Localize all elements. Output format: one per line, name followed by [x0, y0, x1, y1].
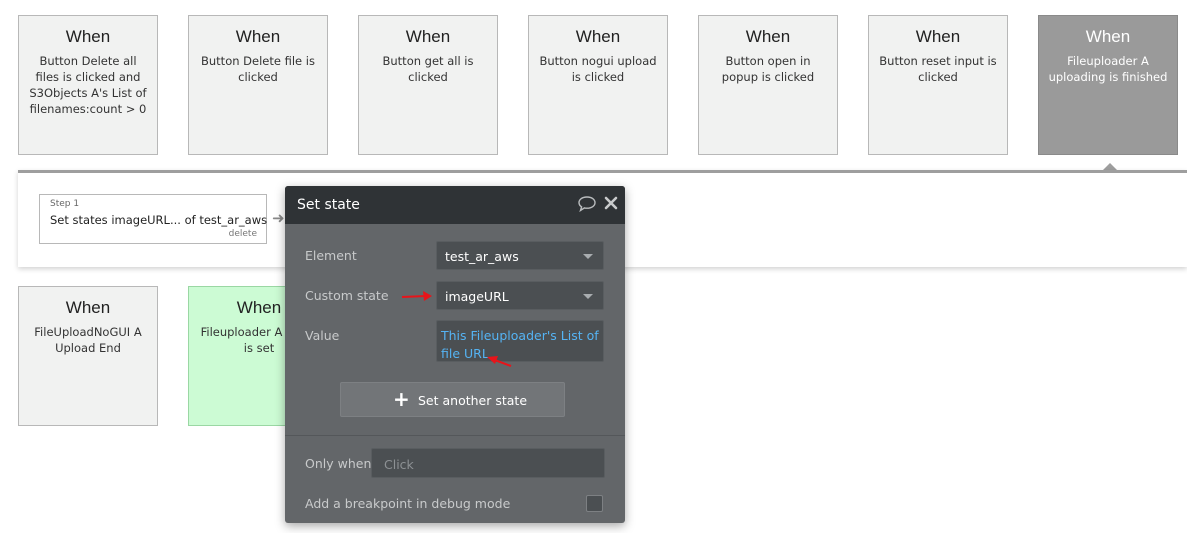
popup-title: Set state [297, 197, 360, 213]
event-title: When [1085, 27, 1131, 46]
element-value: test_ar_aws [445, 249, 519, 264]
value-label: Value [305, 328, 340, 343]
comment-icon[interactable] [577, 195, 597, 217]
popup-divider [285, 435, 625, 436]
event-description: Button Delete file is clicked [201, 54, 315, 84]
event-description: Button nogui upload is clicked [539, 54, 657, 84]
event-card-nogui-upload[interactable]: When Button nogui upload is clicked [528, 15, 668, 155]
element-dropdown[interactable]: test_ar_aws [436, 241, 604, 270]
event-description: FileUploadNoGUI A Upload End [34, 325, 142, 355]
set-another-state-label: Set another state [418, 393, 528, 408]
element-label: Element [305, 248, 357, 263]
arrow-right-icon: ➜ [272, 209, 285, 227]
close-icon[interactable] [603, 195, 619, 215]
value-expression-field[interactable]: This Fileuploader's List of file URL [436, 320, 604, 362]
event-card-reset-input[interactable]: When Button reset input is clicked [868, 15, 1008, 155]
event-description: Button Delete all files is clicked and S… [29, 54, 147, 116]
event-card-delete-file[interactable]: When Button Delete file is clicked [188, 15, 328, 155]
custom-state-value: imageURL [445, 289, 509, 304]
event-card-delete-all[interactable]: When Button Delete all files is clicked … [18, 15, 158, 155]
breakpoint-label: Add a breakpoint in debug mode [305, 496, 511, 511]
event-title: When [65, 298, 111, 317]
event-card-fileuploader-finished[interactable]: When Fileuploader A uploading is finishe… [1038, 15, 1178, 155]
event-title: When [915, 27, 961, 46]
event-card-upload-end[interactable]: When FileUploadNoGUI A Upload End [18, 286, 158, 426]
event-description: Button open in popup is clicked [721, 54, 815, 84]
annotation-arrow-icon [401, 291, 432, 301]
event-title: When [235, 27, 281, 46]
event-card-inner: When Fileuploader A value is set [189, 299, 286, 356]
event-description: Button reset input is clicked [879, 54, 997, 84]
annotation-arrow-icon [487, 356, 512, 367]
event-card-open-popup[interactable]: When Button open in popup is clicked [698, 15, 838, 155]
custom-state-label: Custom state [305, 288, 389, 303]
event-description: Fileuploader A uploading is finished [1048, 54, 1168, 84]
only-when-label: Only when [305, 456, 372, 471]
event-card-get-all[interactable]: When Button get all is clicked [358, 15, 498, 155]
value-expression: This Fileuploader's List of file URL [441, 328, 599, 361]
event-title: When [575, 27, 621, 46]
event-title: When [745, 27, 791, 46]
event-description: Fileuploader A value is set [200, 325, 286, 355]
plus-icon: + [393, 387, 410, 411]
custom-state-dropdown[interactable]: imageURL [436, 281, 604, 310]
event-card-value-set[interactable]: When Fileuploader A value is set [188, 286, 286, 426]
set-state-popup: Set state Element test_ar_aws Custom sta… [285, 186, 625, 523]
only-when-placeholder: Click [384, 457, 414, 472]
breakpoint-checkbox[interactable] [586, 495, 603, 512]
set-another-state-button[interactable]: + Set another state [340, 382, 565, 417]
event-title: When [236, 298, 282, 317]
step-delete-link[interactable]: delete [229, 229, 257, 239]
event-title: When [65, 27, 111, 46]
chevron-down-icon [583, 254, 593, 259]
event-title: When [405, 27, 451, 46]
step-number: Step 1 [50, 199, 80, 209]
step-name: Set states imageURL... of test_ar_aws [50, 213, 268, 227]
only-when-input[interactable]: Click [371, 448, 605, 478]
chevron-down-icon [583, 294, 593, 299]
workflow-step[interactable]: Step 1 Set states imageURL... of test_ar… [39, 194, 267, 244]
event-description: Button get all is clicked [382, 54, 474, 84]
